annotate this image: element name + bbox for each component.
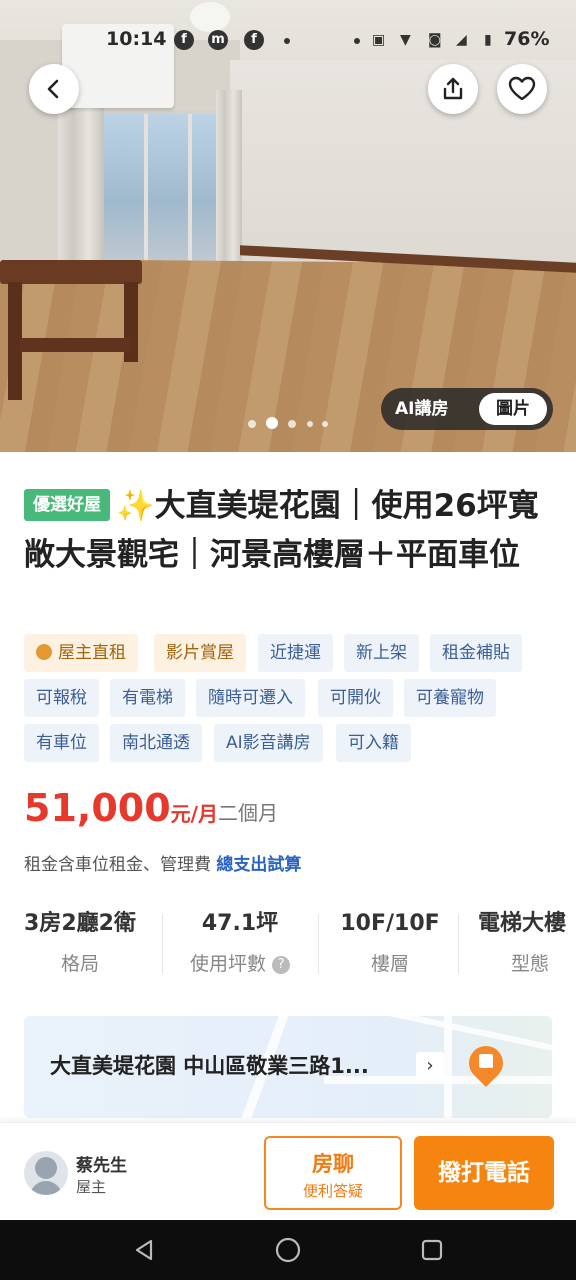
tag: 有電梯 [110, 679, 185, 717]
address-text: 大直美堤花園 中山區敬業三路1... [50, 1054, 369, 1078]
photo-curtain [216, 90, 242, 270]
contact-bar: 蔡先生 屋主 房聊 便利答疑 撥打電話 [0, 1122, 576, 1220]
spec-value: 電梯大樓 [478, 911, 567, 936]
pager-dot [248, 420, 256, 428]
call-button[interactable]: 撥打電話 [414, 1136, 554, 1210]
contact-role: 屋主 [76, 1178, 107, 1196]
spec-divider [318, 914, 319, 974]
spec-divider [162, 914, 163, 974]
home-icon [479, 1054, 493, 1068]
tag: 影片賞屋 [154, 634, 246, 672]
tag: 租金補貼 [430, 634, 522, 672]
deposit-term: 二個月 [218, 801, 278, 825]
chevron-left-icon [47, 79, 59, 99]
help-icon[interactable]: ? [272, 956, 291, 974]
battery-icon: ▮ [484, 32, 492, 48]
chat-sublabel: 便利答疑 [302, 1182, 363, 1200]
ai-tour-tab[interactable]: AI講房 [395, 388, 448, 430]
share-icon [443, 77, 463, 100]
map-road [444, 1016, 452, 1118]
media-toggle: AI講房 圖片 [381, 388, 553, 430]
owner-icon [36, 644, 52, 660]
chat-label: 房聊 [312, 1152, 354, 1176]
spec-floor: 10F/10F 樓層 [330, 904, 450, 984]
tag-owner-direct: 屋主直租 [24, 634, 138, 672]
rent-amount: 51,000 [24, 786, 171, 830]
status-bar: 10:14 f m f ▣ ▼ ◙ ◢ ▮ 76% [0, 22, 576, 58]
share-button[interactable] [428, 64, 478, 114]
spec-label[interactable]: 使用坪數 ? [176, 944, 304, 984]
tag: 南北通透 [110, 724, 202, 762]
signal-icon: ◢ [456, 32, 467, 48]
more-notifications-icon [284, 38, 290, 44]
wifi-icon: ▼ [400, 32, 411, 48]
photo-pager [246, 417, 336, 429]
spec-type: 電梯大樓 型態 [478, 904, 576, 984]
spec-value: 47.1坪 [201, 911, 279, 936]
rent-unit: 元/月 [170, 802, 218, 826]
pager-dot [288, 420, 296, 428]
system-nav-bar [0, 1220, 576, 1280]
rent-price: 51,000元/月 [24, 786, 218, 830]
listing-title-block: 優選好屋 ✨大直美堤花園｜使用26坪寬敞大景觀宅｜河景高樓層＋平面車位 [24, 482, 554, 580]
spec-area: 47.1坪 使用坪數 ? [176, 904, 304, 984]
spec-value: 10F/10F [340, 911, 440, 936]
photo-table-shelf [20, 338, 130, 352]
pager-dot-active [266, 417, 278, 429]
tag: 有車位 [24, 724, 99, 762]
facebook-icon: f [244, 30, 264, 50]
back-nav-icon[interactable] [132, 1238, 156, 1262]
back-button[interactable] [29, 64, 79, 114]
facebook-icon: f [174, 30, 194, 50]
cost-calculator-link[interactable]: 總支出試算 [216, 855, 301, 875]
spec-value: 3房2廳2衛 [24, 911, 136, 936]
tag: 可開伙 [318, 679, 393, 717]
heart-icon [508, 76, 536, 101]
tag: 新上架 [344, 634, 419, 672]
spec-label-text: 使用坪數 [189, 953, 266, 975]
home-nav-icon[interactable] [275, 1237, 301, 1263]
avatar-head [35, 1157, 57, 1179]
tag: 隨時可遷入 [196, 679, 305, 717]
tag-label: 屋主直租 [58, 643, 126, 663]
spec-layout: 3房2廳2衛 格局 [18, 904, 142, 984]
pager-dot [307, 421, 313, 427]
chat-button[interactable]: 房聊 便利答疑 [264, 1136, 402, 1210]
price-includes: 租金含車位租金、管理費 [24, 855, 211, 875]
dot-icon [354, 38, 360, 44]
chevron-right-icon[interactable]: › [416, 1052, 444, 1080]
price-note: 租金含車位租金、管理費 總支出試算 [24, 850, 301, 875]
spec-divider [458, 914, 459, 974]
messenger-icon: m [208, 30, 228, 50]
address-card[interactable]: 大直美堤花園 中山區敬業三路1... › [24, 1016, 552, 1118]
tag: 可養寵物 [404, 679, 496, 717]
window-frame [188, 114, 192, 276]
tag: AI影音講房 [214, 724, 323, 762]
battery-level: 76% [504, 28, 550, 50]
listing-photo[interactable]: 10:14 f m f ▣ ▼ ◙ ◢ ▮ 76% AI講房 圖片 [0, 0, 576, 452]
tag: 可入籍 [336, 724, 411, 762]
spec-label: 格局 [60, 953, 99, 975]
volte-icon: ◙ [428, 32, 442, 48]
status-time: 10:14 [106, 28, 167, 50]
recents-nav-icon[interactable] [421, 1239, 443, 1261]
photo-table [0, 260, 142, 284]
photo-curtain [58, 90, 104, 270]
favorite-button[interactable] [497, 64, 547, 114]
contact-name: 蔡先生 [76, 1156, 127, 1176]
tag: 可報稅 [24, 679, 99, 717]
avatar-body [30, 1181, 62, 1195]
photos-tab[interactable]: 圖片 [479, 393, 547, 425]
spec-label: 樓層 [370, 953, 409, 975]
property-specs: 3房2廳2衛 格局 47.1坪 使用坪數 ? 10F/10F 樓層 電梯大樓 型… [0, 904, 576, 986]
window-frame [144, 114, 148, 276]
avatar [24, 1151, 68, 1195]
auto-hd-icon: ▣ [372, 32, 386, 48]
premium-badge: 優選好屋 [24, 489, 110, 521]
tag: 近捷運 [258, 634, 333, 672]
map-road [375, 1016, 552, 1051]
spec-label: 型態 [511, 953, 550, 975]
pager-dot [322, 421, 328, 427]
